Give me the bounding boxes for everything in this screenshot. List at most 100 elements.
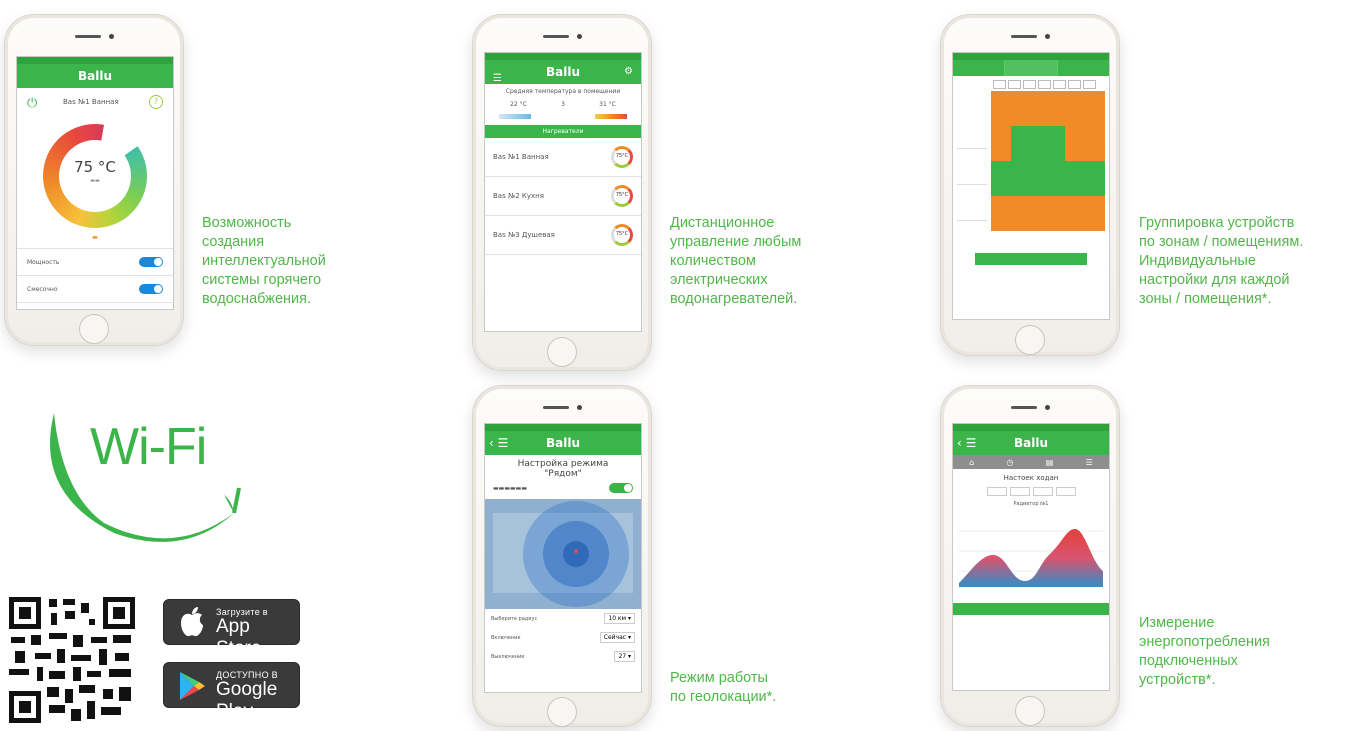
caption-2: Дистанционное управление любым количеств… xyxy=(670,215,802,307)
option-row-2: Включение Сейчас ▾ xyxy=(485,628,641,647)
phone-1-screen: Ballu ⏻ Bas №1 Ванная ? 75 °C ▬▬ ▬ Мощно… xyxy=(16,56,174,310)
app-store-badge[interactable]: Загрузите в App Store xyxy=(163,599,300,659)
option-row-1: Выберите радиус 10 км ▾ xyxy=(485,609,641,628)
toggle-row-2: Смесочно xyxy=(17,276,173,302)
brand-logo: Ballu xyxy=(1013,436,1048,450)
heater-item-1[interactable]: Bas №1 Ванная 75°C xyxy=(485,138,641,177)
location-pin-icon xyxy=(574,549,578,553)
temperature-value: 75 °C xyxy=(74,158,116,176)
phone-speaker xyxy=(1011,406,1037,409)
phone-camera xyxy=(109,34,114,39)
home-button xyxy=(1015,696,1045,726)
option-row-3: Выключение 27 ▾ xyxy=(485,647,641,666)
phone-camera xyxy=(1045,34,1050,39)
phone-2: ☰ Ballu ⚙ Средняя температура в помещени… xyxy=(472,14,652,371)
googleplay-big-text: Google Play xyxy=(216,679,278,722)
stat-bars xyxy=(485,110,641,123)
google-play-icon xyxy=(178,671,206,701)
radius-select[interactable]: 10 км ▾ xyxy=(604,613,635,624)
section-heaters: Нагреватели xyxy=(485,125,641,138)
back-icon[interactable]: ‹ ☰ xyxy=(957,431,976,455)
period-tab[interactable] xyxy=(1055,487,1076,496)
day-selector xyxy=(953,76,1109,91)
heater-item-2[interactable]: Bas №2 Кухня 75°C xyxy=(485,177,641,216)
screen-title: Настройка режима "Рядом" xyxy=(517,459,609,479)
zone-labels xyxy=(957,113,987,256)
toggle-1[interactable] xyxy=(139,257,163,267)
brand-logo: Ballu xyxy=(545,65,580,79)
map-view[interactable] xyxy=(485,499,641,609)
appstore-big-text: App Store xyxy=(216,616,262,659)
energy-chart xyxy=(959,511,1103,591)
avg-temp-title: Средняя температура в помещении xyxy=(505,88,621,95)
chart-icon[interactable]: ▤ xyxy=(1046,458,1054,467)
device-name: Bas №1 Ванная xyxy=(63,98,119,106)
stats-row: 22 °C 3 31 °C xyxy=(485,99,641,110)
on-select[interactable]: Сейчас ▾ xyxy=(599,632,635,643)
brand-logo: Ballu xyxy=(77,69,112,83)
heater-gauge: 75°C xyxy=(611,185,633,207)
phone-5: ‹ ☰ Ballu ⌂ ◷ ▤ ☰ Настоек ходан Радиатор… xyxy=(940,385,1120,727)
home-icon[interactable]: ⌂ xyxy=(969,458,974,467)
brand-logo: Ballu xyxy=(545,436,580,450)
home-button xyxy=(79,314,109,344)
toggle-row-1: Мощность xyxy=(17,249,173,275)
phone-3 xyxy=(940,14,1120,356)
phone-camera xyxy=(577,34,582,39)
list-icon[interactable]: ☰ xyxy=(1086,458,1093,467)
temperature-gauge[interactable]: 75 °C ▬▬ xyxy=(43,124,147,228)
period-tab[interactable] xyxy=(986,487,1007,496)
phone-4: ‹ ☰ Ballu Настройка режима "Рядом" ▬▬▬▬▬… xyxy=(472,385,652,727)
toggle-1-label: Мощность xyxy=(27,258,60,266)
stat-1: 22 °C xyxy=(510,101,527,108)
apple-icon xyxy=(178,606,206,638)
caption-1: Возможность создания интеллектуальной си… xyxy=(202,215,326,307)
tab[interactable] xyxy=(953,60,1006,76)
chart-label: Радиатор №1 xyxy=(1013,501,1049,507)
tab-bar xyxy=(953,60,1109,76)
phone-speaker xyxy=(543,35,569,38)
help-icon[interactable]: ? xyxy=(149,95,163,109)
power-icon[interactable]: ⏻ xyxy=(27,96,37,111)
toggle-2[interactable] xyxy=(139,284,163,294)
phone-4-screen: ‹ ☰ Ballu Настройка режима "Рядом" ▬▬▬▬▬… xyxy=(484,423,642,693)
add-zone-button[interactable] xyxy=(975,253,1087,265)
geo-toggle-label: ▬▬▬▬▬▬ xyxy=(493,484,528,492)
google-play-badge[interactable]: ДОСТУПНО В Google Play xyxy=(163,662,300,722)
tab-active[interactable] xyxy=(1005,60,1058,76)
caption-3: Группировка устройств по зонам / помещен… xyxy=(1139,215,1304,307)
settings-icon[interactable]: ⚙ xyxy=(624,60,633,84)
app-header: ☰ Ballu ⚙ xyxy=(485,60,641,84)
period-tab[interactable] xyxy=(1009,487,1030,496)
off-select[interactable]: 27 ▾ xyxy=(614,651,635,662)
caption-4: Режим работы по геолокации*. xyxy=(670,670,777,705)
home-button xyxy=(547,697,577,727)
app-header: ‹ ☰ Ballu xyxy=(953,431,1109,455)
app-header: ‹ ☰ Ballu xyxy=(485,431,641,455)
wifi-text: Wi-Fi xyxy=(90,418,207,476)
home-button xyxy=(547,337,577,367)
phone-5-screen: ‹ ☰ Ballu ⌂ ◷ ▤ ☰ Настоек ходан Радиатор… xyxy=(952,423,1110,691)
tab[interactable] xyxy=(1058,60,1109,76)
geo-toggle[interactable] xyxy=(609,483,633,493)
zone-schedule-grid[interactable] xyxy=(991,91,1105,231)
heater-gauge: 75°C xyxy=(611,146,633,168)
summary-bar xyxy=(953,603,1109,615)
heater-item-3[interactable]: Bas №3 Душевая 75°C xyxy=(485,216,641,255)
phone-3-screen xyxy=(952,52,1110,320)
caption-5: Измерение энергопотребления подключенных… xyxy=(1139,615,1270,688)
menu-icon[interactable]: ☰ xyxy=(493,67,502,91)
back-icon[interactable]: ‹ ☰ xyxy=(489,431,508,455)
heater-name: Bas №3 Душевая xyxy=(493,231,555,239)
stat-3: 31 °C xyxy=(599,101,616,108)
screen-title: Настоек ходан xyxy=(1003,474,1059,482)
phone-camera xyxy=(577,405,582,410)
heater-name: Bas №1 Ванная xyxy=(493,153,549,161)
heater-gauge: 75°C xyxy=(611,224,633,246)
phone-1: Ballu ⏻ Bas №1 Ванная ? 75 °C ▬▬ ▬ Мощно… xyxy=(4,14,184,346)
stat-2: 3 xyxy=(561,101,565,108)
phone-speaker xyxy=(543,406,569,409)
clock-icon[interactable]: ◷ xyxy=(1007,458,1014,467)
icon-bar: ⌂ ◷ ▤ ☰ xyxy=(953,455,1109,469)
period-tab[interactable] xyxy=(1032,487,1053,496)
